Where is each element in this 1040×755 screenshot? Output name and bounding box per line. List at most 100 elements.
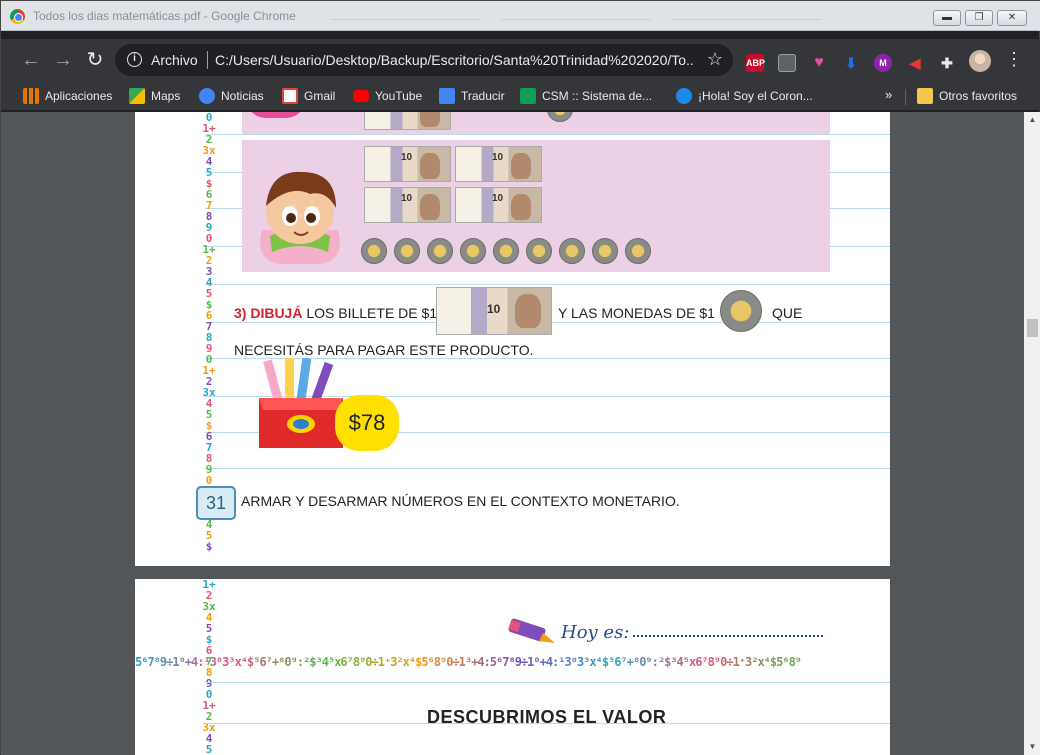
pdf-page: 01+23x45$678901+2345$678901+23x45$678901… [135,112,890,566]
exercise-instruction-end: QUE [772,305,803,321]
one-peso-coin [361,238,387,264]
ruled-line [205,284,890,285]
bookmark-label: Aplicaciones [45,89,113,103]
screencast-extension-icon[interactable]: ◀ [906,54,924,72]
exercise-label: 3) DIBUJÁ [234,305,303,321]
csm-icon [520,88,536,104]
profile-avatar[interactable] [969,50,991,72]
ten-peso-bill: 10 [364,112,451,130]
ten-peso-bill: 10 [455,187,542,223]
youtube-icon [353,90,369,102]
one-peso-coin [592,238,618,264]
vertical-scrollbar[interactable]: ▲ ▼ [1024,112,1040,755]
title-bar: Todos los dias matemáticas.pdf - Google … [1,1,1040,31]
bookmark-noticias[interactable]: Noticias [199,86,264,106]
bookmark-otros-favoritos[interactable]: Otros favoritos [917,86,1017,106]
date-blank-line [633,635,823,637]
bookmark-csm[interactable]: CSM :: Sistema de... [520,86,652,106]
chat-bot-icon [676,88,692,104]
exercise-instruction-line2: NECESITÁS PARA PAGAR ESTE PRODUCTO. [234,342,534,358]
product-price-tag: $78 [335,395,399,451]
date-label: Hoy es: [561,622,630,643]
adblock-plus-icon[interactable]: ABP [746,54,765,72]
ruled-line [205,134,890,135]
omnibox-divider [207,51,208,69]
minimize-button[interactable]: ▬ [933,10,961,26]
heart-extension-icon[interactable]: ♥ [810,54,828,72]
reload-button[interactable]: ↻ [83,49,107,73]
exercise-instruction-cont: Y LAS MONEDAS DE $1 [558,305,715,321]
one-peso-coin [625,238,651,264]
ruled-line [205,682,890,683]
browser-window: Todos los dias matemáticas.pdf - Google … [0,0,1040,755]
ten-peso-bill: 10 [364,187,451,223]
one-peso-coin [427,238,453,264]
ten-peso-bill: 10 [364,146,451,182]
bookmark-label: Maps [151,89,181,103]
address-bar[interactable]: i Archivo C:/Users/Usuario/Desktop/Backu… [115,44,733,76]
download-extension-icon[interactable]: ⬇ [842,54,860,72]
chrome-logo-icon [10,9,25,24]
window-title: Todos los dias matemáticas.pdf - Google … [33,9,296,23]
url-text[interactable]: C:/Users/Usuario/Desktop/Backup/Escritor… [215,52,695,68]
bookmark-gmail[interactable]: Gmail [282,86,335,106]
bookmark-maps[interactable]: Maps [129,86,180,106]
one-peso-coin [394,238,420,264]
page-number-badge: 31 [196,486,236,520]
gmail-icon [282,88,298,104]
scrollbar-thumb[interactable] [1027,319,1038,337]
bookmark-label: CSM :: Sistema de... [542,89,653,103]
folder-icon [917,88,933,104]
forward-button[interactable]: → [51,49,75,73]
bookmark-youtube[interactable]: YouTube [353,86,422,106]
page-footer-text: ARMAR Y DESARMAR NÚMEROS EN EL CONTEXTO … [241,493,680,509]
puzzle-extensions-icon[interactable]: ✚ [938,54,956,72]
bookmark-label: Otros favoritos [939,89,1018,103]
ten-peso-bill-inline: 10 [436,287,552,335]
restore-button[interactable]: ❐ [965,10,993,26]
apps-grid-icon [23,88,39,104]
child-character-illustration [260,171,340,264]
site-info-icon[interactable]: i [127,52,142,67]
menu-kebab-icon[interactable]: ⋮ [1005,49,1023,70]
translate-icon [439,88,455,104]
bookmark-aplicaciones[interactable]: Aplicaciones [23,86,112,106]
tab-strip-ghost [671,19,821,31]
scroll-up-arrow-icon[interactable]: ▲ [1024,112,1040,128]
bookmark-label: Gmail [304,89,336,103]
tab-strip-ghost [501,19,651,31]
news-icon [199,88,215,104]
section-title: DESCUBRIMOS EL VALOR [427,707,667,727]
close-window-button[interactable]: ✕ [997,10,1027,26]
mu-extension-icon[interactable]: M [874,54,892,72]
bookmark-label: Noticias [221,89,264,103]
pdf-page-next: 1+23x45$678901+23x45 Hoy es: 5⁶7⁸9÷1⁰+4:… [135,579,890,755]
one-peso-coin [526,238,552,264]
number-band-decoration: 5⁶7⁸9÷1⁰+4:¹3⁰3³x⁴$⁵6⁷+⁸0⁹:²$³4⁵x6⁷8⁹0÷1… [135,655,802,669]
ruled-line [205,468,890,469]
one-peso-coin [547,112,573,122]
bookmark-star-icon[interactable]: ☆ [707,49,723,70]
exercise-instruction: 3) DIBUJÁ LOS BILLETE DE $10 [234,305,445,321]
tab-strip-ghost [331,19,481,31]
one-peso-coin [460,238,486,264]
bookmark-coronavirus-bot[interactable]: ¡Hola! Soy el Coron... [676,86,813,106]
back-button[interactable]: ← [19,49,43,73]
one-peso-coin [493,238,519,264]
scheme-label: Archivo [151,52,198,68]
bookmarks-divider [905,89,906,105]
money-box: 10 10 10 10 [242,140,830,272]
bookmark-label: Traducir [461,89,505,103]
pdf-viewer[interactable]: 01+23x45$678901+2345$678901+23x45$678901… [1,112,1040,755]
bookmark-traducir[interactable]: Traducir [439,86,505,106]
money-box-previous: 10 [242,112,830,134]
bookmark-label: ¡Hola! Soy el Coron... [698,89,813,103]
pdf-extension-icon[interactable] [778,54,796,72]
character-fragment [246,112,306,118]
maps-icon [129,88,145,104]
bookmarks-bar: Aplicaciones Maps Noticias Gmail YouTube… [1,83,1040,111]
one-peso-coin [559,238,585,264]
more-bookmarks-button[interactable]: » [885,87,892,102]
scroll-down-arrow-icon[interactable]: ▼ [1024,739,1040,755]
bookmark-label: YouTube [375,89,423,103]
